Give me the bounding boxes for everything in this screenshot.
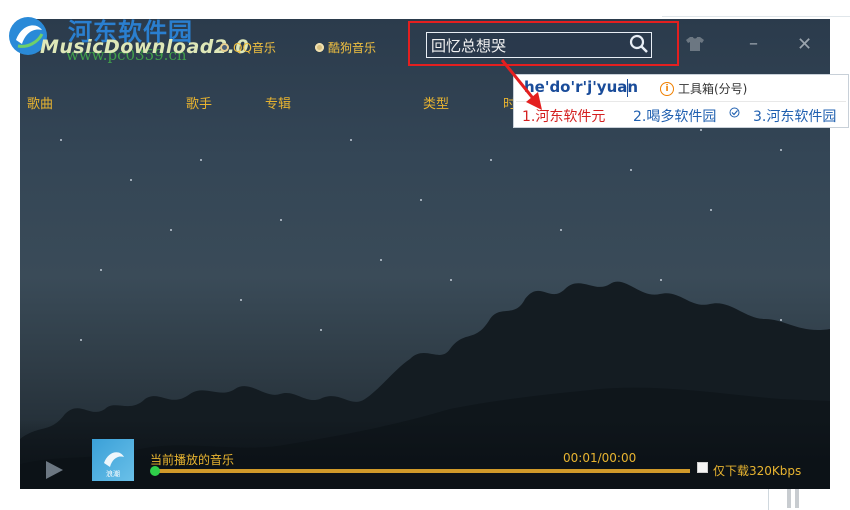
player-bar <box>20 419 830 489</box>
annotation-arrow <box>500 59 542 110</box>
download-320-checkbox[interactable] <box>697 462 708 473</box>
background-window-edge <box>662 0 850 17</box>
source-radio-kugou[interactable]: 酷狗音乐 <box>315 39 376 56</box>
info-icon: i <box>660 81 674 96</box>
ime-candidate-2[interactable]: 2.喝多软件园 <box>633 106 716 126</box>
progress-bar[interactable] <box>155 469 690 473</box>
ime-cursor <box>627 79 628 97</box>
ime-candidate-3[interactable]: 3.河东软件园 <box>753 106 836 126</box>
column-header-type[interactable]: 类型 <box>423 93 449 112</box>
download-320-label: 仅下载320Kbps <box>713 464 802 478</box>
source-radio-label: QQ音乐 <box>233 41 276 55</box>
shirt-icon[interactable] <box>685 36 705 52</box>
column-header-artist[interactable]: 歌手 <box>186 93 212 112</box>
source-radio-label: 酷狗音乐 <box>328 41 377 55</box>
play-icon[interactable] <box>43 459 65 481</box>
now-playing-label: 当前播放的音乐 <box>150 453 235 467</box>
column-header-song[interactable]: 歌曲 <box>27 93 53 112</box>
column-header-album[interactable]: 专辑 <box>265 93 291 112</box>
cover-label: 浪潮 <box>106 470 120 478</box>
source-radio-qq[interactable]: QQ音乐 <box>220 39 276 56</box>
close-button[interactable]: ✕ <box>797 34 812 55</box>
minimize-button[interactable]: – <box>749 33 758 54</box>
cloud-candidate-icon <box>729 107 740 118</box>
ime-toolbox-label: 工具箱(分号) <box>678 82 748 96</box>
progress-handle[interactable] <box>150 466 160 476</box>
album-cover[interactable]: 浪潮 <box>92 439 134 481</box>
ime-toolbox[interactable]: i 工具箱(分号) <box>660 80 747 97</box>
ime-divider <box>516 101 846 102</box>
radio-unselected-icon <box>315 43 324 52</box>
playback-time: 00:01/00:00 <box>563 451 637 465</box>
app-logo: MusicDownload2.0 <box>40 36 250 58</box>
background-window-fragment <box>768 486 805 510</box>
radio-selected-icon <box>220 43 229 52</box>
